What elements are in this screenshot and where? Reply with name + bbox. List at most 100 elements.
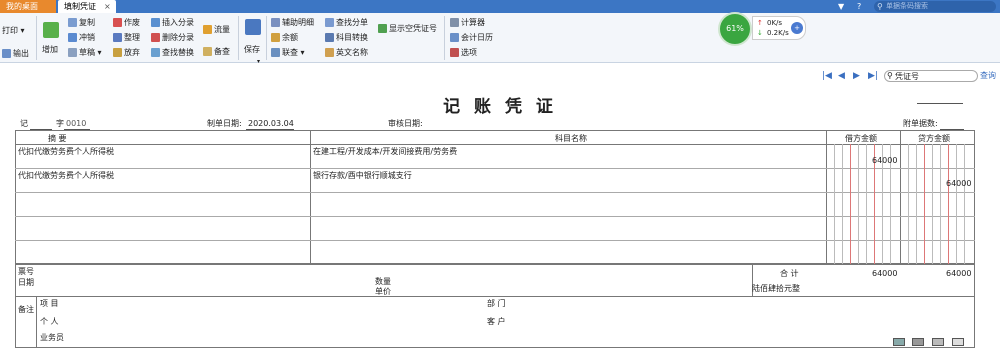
row1-debit[interactable]: 64000 [872,155,897,166]
memo-button[interactable]: 备查 [203,46,230,58]
first-record-button[interactable]: |◀ [822,70,832,82]
void-button[interactable]: 作废 [113,17,140,29]
network-speed: ↑ 0K/s ↓ 0.2K/s + [752,16,806,40]
find-replace-icon [151,48,160,57]
row1-summary[interactable]: 代扣代缴劳务费个人所得税 [18,146,114,157]
subject-convert-button[interactable]: 科目转换 [325,32,368,44]
export-icon [2,49,11,58]
reverse-icon [68,33,77,42]
dropdown-arrow-icon[interactable]: ▼ [838,0,844,13]
total-credit: 64000 [946,269,972,278]
draft-icon [68,48,77,57]
row2-summary[interactable]: 代扣代缴劳务费个人所得税 [18,170,114,181]
aux-detail-icon [271,18,280,27]
row2-subject[interactable]: 银行存款/酉中银行顺城支行 [313,170,412,181]
find-entry-button[interactable]: 查找分单 [325,17,368,29]
balance-button[interactable]: 余额 [271,32,298,44]
voucher-title: 记 账 凭 证 [443,97,557,117]
calendar-button[interactable]: 会计日历 [450,32,493,44]
find-replace-button[interactable]: 查找替换 [151,47,194,59]
salesman-label: 业务员 [40,333,64,342]
row1-subject[interactable]: 在建工程/开发成本/开发间接费用/劳务费 [313,146,457,157]
row2-credit[interactable]: 64000 [946,178,971,189]
delete-entry-icon [151,33,160,42]
organize-icon [113,33,122,42]
memo-icon [203,47,212,56]
upload-arrow-icon: ↑ [757,19,763,27]
prev-record-button[interactable]: ◀ [838,70,845,82]
document-icon[interactable] [932,338,944,346]
download-arrow-icon: ↓ [757,29,763,37]
add-button[interactable]: 增加 [42,44,58,56]
voucher-zi-label: 字 [56,119,64,128]
calculator-button[interactable]: 计算器 [450,17,485,29]
reverse-button[interactable]: 冲销 [68,32,95,44]
title-bar [0,0,1000,13]
options-icon [450,48,459,57]
cashflow-button[interactable]: 流量 [203,24,230,36]
abandon-button[interactable]: 放弃 [113,47,140,59]
delete-entry-button[interactable]: 删除分录 [151,32,194,44]
subject-convert-icon [325,33,334,42]
english-name-button[interactable]: 英文名称 [325,47,368,59]
image-icon[interactable] [912,338,924,346]
barcode-search-input[interactable]: 单据条码搜索 [874,1,996,12]
organize-button[interactable]: 整理 [113,32,140,44]
add-icon [43,22,59,38]
column-subject: 科目名称 [555,134,587,143]
unit-price-label: 单价 [375,287,391,296]
options-button[interactable]: 选项 [450,47,477,59]
attachment-label: 附单据数: [903,119,938,128]
next-record-button[interactable]: ▶ [853,70,860,82]
search-icon: ⚲ [887,71,893,80]
draft-button[interactable]: 草稿 ▾ [68,47,102,59]
insert-entry-button[interactable]: 插入分录 [151,17,194,29]
copy-button[interactable]: 复制 [68,17,95,29]
column-debit: 借方金额 [845,134,877,143]
copy-icon [68,18,77,27]
memory-gauge[interactable]: 61% [718,12,752,46]
voucher-no-input[interactable]: 凭证号 [884,70,978,82]
calculator-icon [450,18,459,27]
query-button[interactable]: 查询 [980,70,996,82]
date-label: 制单日期: [207,119,242,128]
total-debit: 64000 [872,269,898,278]
last-record-button[interactable]: ▶| [868,70,878,82]
total-in-words: 陆佰肆拾元整 [752,284,800,293]
audit-date-label: 审核日期: [388,119,423,128]
tab-desktop[interactable]: 我的桌面 [0,0,56,13]
void-icon [113,18,122,27]
close-tab-icon[interactable]: × [104,0,111,13]
search-icon: ⚲ [877,2,883,11]
save-icon [245,19,261,35]
department-label: 部 门 [487,299,506,308]
export-button[interactable]: 输出 [2,48,29,60]
toolbar [0,13,1000,63]
cashflow-icon [203,25,212,34]
abandon-icon [113,48,122,57]
find-entry-icon [325,18,334,27]
person-label: 个 人 [40,317,59,326]
print-button[interactable]: 打印 ▾ [2,25,25,37]
aux-detail-button[interactable]: 辅助明细 [271,17,314,29]
link-query-icon [271,48,280,57]
save-dropdown-icon[interactable]: ▾ [257,56,260,68]
voucher-type[interactable]: 记 [20,118,28,130]
show-empty-voucher-button[interactable]: 显示空凭证号 [378,23,437,35]
bill-no-label: 票号 [18,267,34,276]
column-credit: 贷方金额 [918,134,950,143]
plus-icon[interactable]: + [791,22,803,34]
bill-date-label: 日期 [18,278,34,287]
column-summary: 摘 要 [48,134,67,143]
balance-icon [271,33,280,42]
project-label: 项 目 [40,299,59,308]
show-empty-icon [378,24,387,33]
calendar-icon [450,33,459,42]
attachment-icon[interactable] [893,338,905,346]
link-query-button[interactable]: 联查 ▾ [271,47,305,59]
help-icon[interactable]: ? [857,0,861,13]
insert-entry-icon [151,18,160,27]
save-button[interactable]: 保存 [244,44,260,56]
english-name-icon [325,48,334,57]
expand-icon[interactable] [952,338,964,346]
